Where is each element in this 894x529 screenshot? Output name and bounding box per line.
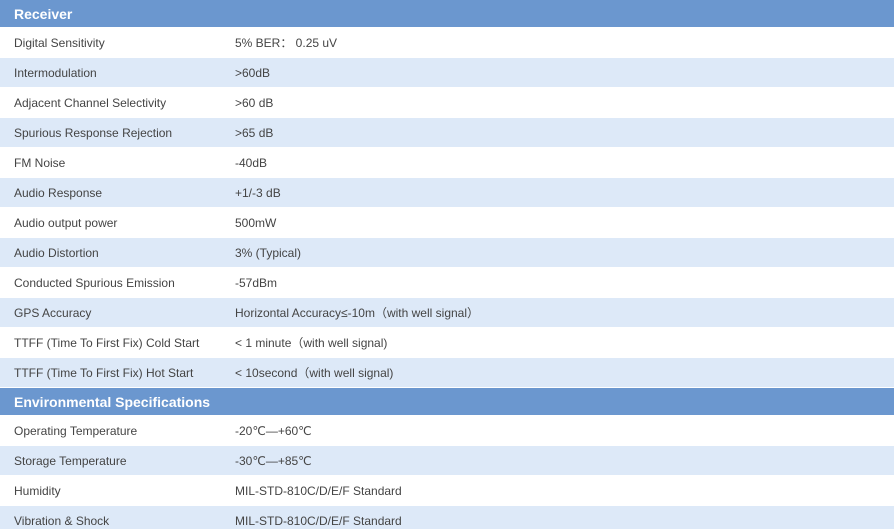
- spec-value: MIL-STD-810C/D/E/F Standard: [235, 475, 894, 506]
- spec-value: 500mW: [235, 207, 894, 238]
- spec-row: TTFF (Time To First Fix) Hot Start < 10s…: [0, 357, 894, 388]
- spec-value: < 1 minute（with well signal): [235, 327, 894, 358]
- spec-row: Conducted Spurious Emission -57dBm: [0, 267, 894, 298]
- spec-table: Receiver Digital Sensitivity 5% BER： 0.2…: [0, 0, 894, 529]
- spec-value: -40dB: [235, 147, 894, 178]
- spec-label: TTFF (Time To First Fix) Cold Start: [0, 327, 235, 358]
- spec-label: GPS Accuracy: [0, 297, 235, 328]
- spec-value: 3% (Typical): [235, 237, 894, 268]
- spec-value: +1/-3 dB: [235, 177, 894, 208]
- spec-label: TTFF (Time To First Fix) Hot Start: [0, 357, 235, 388]
- spec-label: Vibration & Shock: [0, 505, 235, 529]
- spec-label: Spurious Response Rejection: [0, 117, 235, 148]
- spec-row: Storage Temperature -30℃—+85℃: [0, 445, 894, 476]
- spec-row: Digital Sensitivity 5% BER： 0.25 uV: [0, 27, 894, 58]
- spec-row: Vibration & Shock MIL-STD-810C/D/E/F Sta…: [0, 505, 894, 529]
- spec-row: Humidity MIL-STD-810C/D/E/F Standard: [0, 475, 894, 506]
- spec-label: FM Noise: [0, 147, 235, 178]
- spec-row: TTFF (Time To First Fix) Cold Start < 1 …: [0, 327, 894, 358]
- spec-value: >60dB: [235, 57, 894, 88]
- spec-row: Audio Response +1/-3 dB: [0, 177, 894, 208]
- spec-label: Humidity: [0, 475, 235, 506]
- spec-row: Spurious Response Rejection >65 dB: [0, 117, 894, 148]
- spec-label: Storage Temperature: [0, 445, 235, 476]
- spec-label: Audio Response: [0, 177, 235, 208]
- section-title: Environmental Specifications: [0, 387, 894, 416]
- spec-row: Intermodulation >60dB: [0, 57, 894, 88]
- spec-row: Audio Distortion 3% (Typical): [0, 237, 894, 268]
- spec-label: Audio output power: [0, 207, 235, 238]
- spec-value: >65 dB: [235, 117, 894, 148]
- spec-label: Operating Temperature: [0, 415, 235, 446]
- spec-row: Operating Temperature -20℃—+60℃: [0, 415, 894, 446]
- spec-value: < 10second（with well signal): [235, 357, 894, 388]
- spec-row: FM Noise -40dB: [0, 147, 894, 178]
- spec-label: Digital Sensitivity: [0, 27, 235, 58]
- spec-value: Horizontal Accuracy≤-10m（with well signa…: [235, 297, 894, 328]
- spec-label: Adjacent Channel Selectivity: [0, 87, 235, 118]
- spec-value: 5% BER： 0.25 uV: [235, 27, 894, 58]
- spec-value: -20℃—+60℃: [235, 415, 894, 446]
- spec-value: MIL-STD-810C/D/E/F Standard: [235, 505, 894, 529]
- spec-label: Intermodulation: [0, 57, 235, 88]
- spec-value: >60 dB: [235, 87, 894, 118]
- spec-value: -30℃—+85℃: [235, 445, 894, 476]
- spec-row: Audio output power 500mW: [0, 207, 894, 238]
- section-title: Receiver: [0, 0, 894, 28]
- spec-label: Audio Distortion: [0, 237, 235, 268]
- spec-label: Conducted Spurious Emission: [0, 267, 235, 298]
- spec-value: -57dBm: [235, 267, 894, 298]
- section-header-receiver: Receiver: [0, 0, 894, 28]
- section-header-environmental: Environmental Specifications: [0, 387, 894, 416]
- spec-row: Adjacent Channel Selectivity >60 dB: [0, 87, 894, 118]
- spec-row: GPS Accuracy Horizontal Accuracy≤-10m（wi…: [0, 297, 894, 328]
